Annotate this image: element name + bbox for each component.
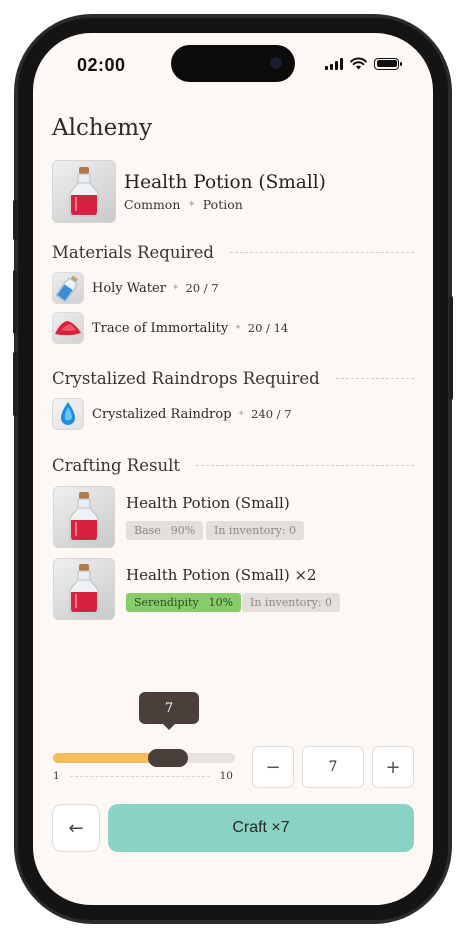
material-qty: 20 / 7 bbox=[185, 281, 219, 295]
red-potion-bottle-icon bbox=[69, 167, 99, 217]
red-potion-bottle-icon bbox=[69, 564, 99, 614]
item-image bbox=[52, 160, 116, 223]
decrement-button[interactable]: − bbox=[252, 746, 294, 788]
chance-badge: Serendipity 10% bbox=[126, 593, 242, 612]
craft-button[interactable]: Craft ×7 bbox=[108, 804, 414, 852]
slider-scale: 1 10 bbox=[53, 770, 233, 782]
status-icons bbox=[325, 57, 402, 70]
material-name: Holy Water bbox=[92, 280, 166, 296]
separator-dot: ✦ bbox=[237, 409, 246, 419]
item-rarity: Common bbox=[124, 197, 181, 212]
chance-value: 90% bbox=[170, 524, 196, 537]
divider bbox=[230, 252, 414, 253]
material-name: Trace of Immortality bbox=[92, 320, 229, 336]
volume-up-button bbox=[13, 270, 17, 334]
slider-max: 10 bbox=[219, 770, 233, 782]
chance-value: 10% bbox=[208, 596, 234, 609]
item-meta: Common ✦ Potion bbox=[124, 197, 243, 212]
material-qty: 20 / 14 bbox=[247, 321, 289, 335]
slider-handle[interactable] bbox=[147, 749, 188, 767]
material-row[interactable]: Holy Water ✦ 20 / 7 bbox=[52, 272, 219, 304]
arrow-left-icon: ← bbox=[68, 817, 84, 839]
result-name: Health Potion (Small) bbox=[126, 494, 290, 512]
inventory-badge: In inventory: 0 bbox=[206, 521, 305, 540]
results-section-header: Crafting Result bbox=[52, 456, 414, 475]
red-potion-bottle-icon bbox=[69, 492, 99, 542]
separator-dot: ✦ bbox=[187, 199, 196, 210]
red-powder-icon bbox=[52, 312, 84, 344]
raindrop-qty: 240 / 7 bbox=[251, 407, 292, 421]
slider-min: 1 bbox=[53, 770, 60, 782]
result-image bbox=[53, 558, 115, 620]
result-name: Health Potion (Small) ×2 bbox=[126, 566, 317, 584]
raindrops-section-header: Crystalized Raindrops Required bbox=[52, 369, 414, 388]
materials-heading: Materials Required bbox=[52, 243, 214, 262]
result-image bbox=[53, 486, 115, 548]
item-category: Potion bbox=[202, 197, 243, 212]
item-name: Health Potion (Small) bbox=[124, 172, 326, 193]
screen: 02:00 Alchemy Health Potion (Small) Comm… bbox=[33, 33, 433, 905]
status-time: 02:00 bbox=[77, 55, 126, 75]
camera-icon bbox=[270, 57, 282, 69]
blue-droplet-icon bbox=[52, 398, 84, 430]
page-title: Alchemy bbox=[52, 115, 153, 141]
increment-button[interactable]: + bbox=[372, 746, 414, 788]
scale-line bbox=[69, 775, 210, 777]
action-button bbox=[13, 200, 17, 240]
holy-water-vial-icon bbox=[52, 272, 84, 304]
inventory-badge: In inventory: 0 bbox=[242, 593, 341, 612]
separator-dot: ✦ bbox=[234, 323, 242, 333]
material-row[interactable]: Trace of Immortality ✦ 20 / 14 bbox=[52, 312, 288, 344]
chance-label: Serendipity bbox=[134, 596, 199, 609]
materials-section-header: Materials Required bbox=[52, 243, 414, 262]
divider bbox=[335, 378, 414, 379]
volume-down-button bbox=[13, 352, 17, 416]
raindrop-row[interactable]: Crystalized Raindrop ✦ 240 / 7 bbox=[52, 398, 292, 430]
quantity-slider[interactable] bbox=[53, 749, 235, 767]
wifi-icon bbox=[350, 57, 367, 70]
separator-dot: ✦ bbox=[171, 283, 180, 293]
cellular-signal-icon bbox=[325, 57, 343, 70]
quantity-value[interactable]: 7 bbox=[302, 746, 364, 788]
results-heading: Crafting Result bbox=[52, 456, 180, 475]
divider bbox=[196, 465, 414, 466]
dynamic-island bbox=[171, 45, 295, 82]
power-button bbox=[449, 296, 453, 400]
raindrops-heading: Crystalized Raindrops Required bbox=[52, 369, 320, 388]
battery-icon bbox=[374, 57, 402, 70]
slider-value-tooltip: 7 bbox=[139, 692, 199, 730]
chance-badge: Base 90% bbox=[126, 521, 204, 540]
back-button[interactable]: ← bbox=[52, 804, 100, 852]
chance-label: Base bbox=[134, 524, 161, 537]
raindrop-name: Crystalized Raindrop bbox=[92, 406, 232, 422]
